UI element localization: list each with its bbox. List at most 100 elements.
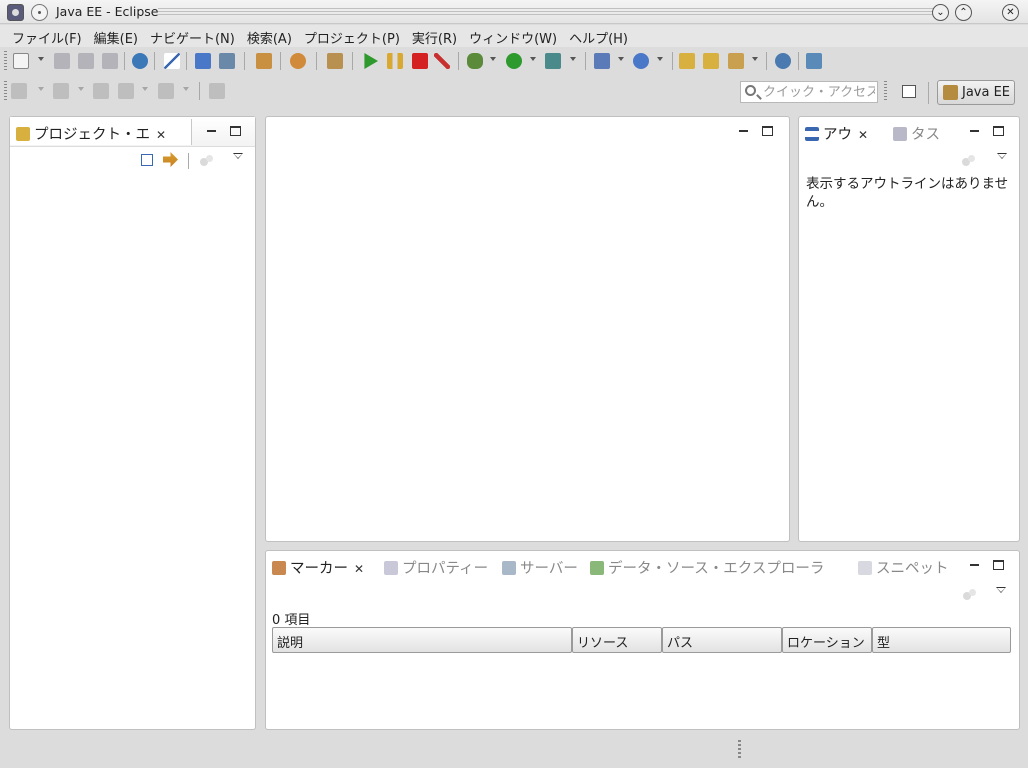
open-web-browser-icon[interactable] (775, 53, 791, 69)
perspective-javaee-button[interactable]: Java EE (937, 80, 1015, 105)
run-dropdown-icon[interactable] (530, 57, 536, 61)
menu-window[interactable]: ウィンドウ(W) (463, 25, 563, 47)
external-tools-icon[interactable] (545, 53, 561, 69)
open-perspective-icon (902, 85, 916, 98)
new-java-class-dropdown-icon[interactable] (657, 57, 663, 61)
snippets-icon (858, 561, 872, 575)
run-icon[interactable] (506, 53, 522, 69)
close-tab-icon[interactable]: ✕ (354, 562, 364, 576)
tab-project-explorer[interactable]: プロジェクト・エ ✕ (10, 119, 192, 145)
toolbar-separator (124, 52, 125, 70)
disconnect-icon[interactable] (434, 53, 450, 69)
tab-label: マーカー (290, 561, 348, 577)
resume-icon[interactable] (364, 53, 378, 69)
menu-help[interactable]: ヘルプ(H) (563, 25, 634, 47)
column-header-type[interactable]: 型 (872, 627, 1011, 653)
menu-project[interactable]: プロジェクト(P) (298, 25, 406, 47)
app-menu-icon[interactable] (7, 4, 24, 21)
column-header-resource[interactable]: リソース (572, 627, 662, 653)
search-icon (745, 85, 756, 96)
tab-label: スニペット (876, 561, 949, 577)
toolbar-separator (188, 153, 189, 169)
maximize-icon[interactable] (762, 126, 773, 136)
maximize-window-button[interactable]: ⌃ (955, 4, 972, 21)
minimize-icon[interactable] (969, 560, 980, 570)
minimize-icon[interactable] (738, 126, 749, 136)
back-icon (118, 83, 134, 99)
tab-outline[interactable]: アウ ✕ (799, 119, 885, 145)
new-server-dropdown-icon[interactable] (618, 57, 624, 61)
column-header-path[interactable]: パス (662, 627, 782, 653)
new-dropdown-icon[interactable] (38, 57, 44, 61)
toolbar-separator (199, 82, 200, 100)
new-java-class-icon[interactable] (633, 53, 649, 69)
step-return-icon[interactable] (327, 53, 343, 69)
editor-area[interactable] (265, 116, 790, 542)
drop-to-frame-icon[interactable] (219, 53, 235, 69)
toolbar-separator (766, 52, 767, 70)
menu-run[interactable]: 実行(R) (406, 25, 463, 47)
external-tools-dropdown-icon[interactable] (570, 57, 576, 61)
minimize-window-button[interactable]: ⌄ (932, 4, 949, 21)
menu-search[interactable]: 検索(A) (241, 25, 298, 47)
debug-dropdown-icon[interactable] (490, 57, 496, 61)
search-dropdown-icon[interactable] (752, 57, 758, 61)
view-menu-icon[interactable] (997, 153, 1007, 159)
tab-label: プロパティー (402, 561, 489, 577)
maximize-icon[interactable] (993, 126, 1004, 136)
tasks-icon (893, 127, 907, 141)
menu-edit[interactable]: 編集(E) (88, 25, 144, 47)
help-contents-icon[interactable] (132, 53, 148, 69)
new-server-icon[interactable] (594, 53, 610, 69)
tab-data-source-explorer[interactable]: データ・ソース・エクスプローラ (584, 553, 830, 579)
minimize-icon[interactable] (206, 126, 217, 136)
use-step-filters-icon[interactable] (256, 53, 272, 69)
quick-access-field[interactable] (740, 81, 878, 103)
column-header-description[interactable]: 説明 (272, 627, 572, 653)
suspend-icon[interactable] (387, 53, 403, 69)
refresh-icon[interactable] (290, 53, 306, 69)
close-window-button[interactable]: ✕ (1002, 4, 1019, 21)
collapse-all-icon[interactable] (141, 154, 153, 166)
tab-servers[interactable]: サーバー (496, 553, 584, 579)
debug-icon[interactable] (467, 53, 483, 69)
link-with-editor-icon[interactable] (163, 152, 178, 167)
toolbar-separator (798, 52, 799, 70)
tab-snippets[interactable]: スニペット (852, 553, 955, 579)
column-header-location[interactable]: ロケーション (782, 627, 872, 653)
pin-window-icon[interactable] (31, 4, 48, 21)
open-perspective-button[interactable] (898, 82, 920, 102)
close-tab-icon[interactable]: ✕ (156, 128, 166, 142)
new-icon[interactable] (13, 53, 29, 69)
open-resource-icon[interactable] (703, 53, 719, 69)
view-menu-icon[interactable] (996, 587, 1006, 593)
step-over-icon[interactable] (195, 53, 211, 69)
menu-file[interactable]: ファイル(F) (6, 25, 88, 47)
menu-navigate[interactable]: ナビゲート(N) (144, 25, 241, 47)
toolbar-separator (352, 52, 353, 70)
toolbar-separator (585, 52, 586, 70)
maximize-icon[interactable] (230, 126, 241, 136)
tab-markers[interactable]: マーカー ✕ (266, 553, 371, 579)
terminate-icon[interactable] (412, 53, 428, 69)
bottom-tabstrip: マーカー ✕ プロパティー サーバー データ・ソース・エクスプローラ スニペット (266, 551, 1019, 581)
save-icon (54, 53, 70, 69)
toolbar-grip[interactable] (4, 81, 7, 101)
tab-properties[interactable]: プロパティー (378, 553, 494, 579)
quick-access-input[interactable] (763, 84, 875, 100)
maximize-icon[interactable] (993, 560, 1004, 570)
title-bar: Java EE - Eclipse ⌄ ⌃ ✕ (0, 0, 1028, 24)
toolbar-grip[interactable] (4, 51, 7, 71)
skip-breakpoints-icon[interactable] (164, 53, 180, 69)
tab-tasks[interactable]: タス (887, 119, 946, 145)
close-tab-icon[interactable]: ✕ (858, 128, 868, 142)
open-type-icon[interactable] (679, 53, 695, 69)
search-icon[interactable] (728, 53, 744, 69)
javaee-perspective-icon (943, 85, 958, 100)
save-all-icon (78, 53, 94, 69)
minimize-icon[interactable] (969, 126, 980, 136)
web-services-icon[interactable] (806, 53, 822, 69)
status-bar-grip[interactable] (738, 740, 741, 760)
view-menu-icon[interactable] (233, 153, 243, 159)
toolbar-grip[interactable] (884, 81, 887, 101)
